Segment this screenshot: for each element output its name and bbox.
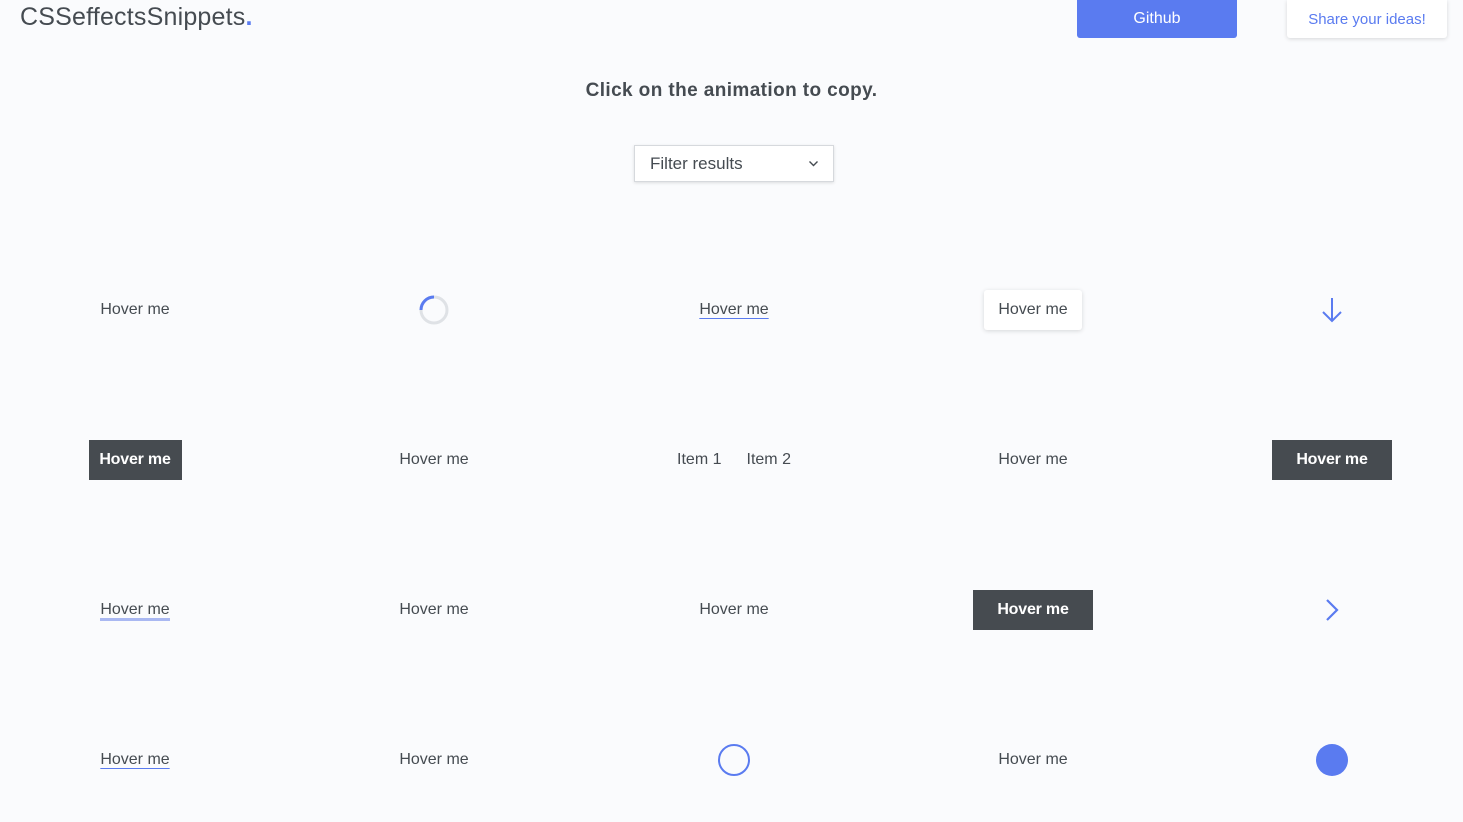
snippet-cell[interactable]: Hover me bbox=[35, 580, 235, 640]
snippet-hover-text[interactable]: Hover me bbox=[399, 451, 468, 469]
snippet-cell[interactable] bbox=[334, 280, 534, 340]
snippet-cell[interactable] bbox=[1232, 280, 1432, 340]
snippet-item-list: Item 1 Item 2 bbox=[677, 451, 791, 469]
snippet-cell[interactable]: Hover me bbox=[933, 430, 1133, 490]
snippet-dark-button[interactable]: Hover me bbox=[973, 590, 1093, 630]
snippet-cell[interactable] bbox=[1232, 730, 1432, 790]
snippet-cell[interactable]: Hover me bbox=[1232, 430, 1432, 490]
site-logo[interactable]: CSSeffectsSnippets. bbox=[20, 3, 253, 32]
github-button[interactable]: Github bbox=[1077, 0, 1237, 38]
snippet-hover-text[interactable]: Hover me bbox=[100, 751, 169, 769]
snippet-card-button[interactable]: Hover me bbox=[984, 290, 1082, 330]
snippet-hover-text[interactable]: Hover me bbox=[998, 451, 1067, 469]
snippet-hover-text[interactable]: Hover me bbox=[399, 751, 468, 769]
snippet-cell[interactable]: Hover me bbox=[634, 280, 834, 340]
snippet-cell[interactable]: Hover me bbox=[933, 730, 1133, 790]
snippet-hover-text[interactable]: Hover me bbox=[699, 601, 768, 619]
spinner-icon[interactable] bbox=[418, 294, 450, 326]
circle-outline-icon[interactable] bbox=[717, 743, 751, 777]
arrow-down-icon[interactable] bbox=[1320, 296, 1344, 324]
snippet-cell[interactable]: Item 1 Item 2 bbox=[634, 430, 834, 490]
snippet-cell[interactable]: Hover me bbox=[35, 430, 235, 490]
list-item[interactable]: Item 2 bbox=[747, 451, 791, 469]
snippet-cell[interactable]: Hover me bbox=[634, 580, 834, 640]
filter-dropdown[interactable]: Filter results bbox=[634, 145, 834, 182]
snippet-dark-button[interactable]: Hover me bbox=[88, 440, 182, 480]
logo-text: CSSeffectsSnippets bbox=[20, 3, 246, 31]
snippet-cell[interactable]: Hover me bbox=[334, 580, 534, 640]
list-item[interactable]: Item 1 bbox=[677, 451, 721, 469]
page-subtitle: Click on the animation to copy. bbox=[585, 80, 878, 101]
snippet-cell[interactable]: Hover me bbox=[334, 730, 534, 790]
snippet-cell[interactable]: Hover me bbox=[35, 280, 235, 340]
snippet-hover-text[interactable]: Hover me bbox=[399, 601, 468, 619]
chevron-right-icon[interactable] bbox=[1322, 597, 1342, 623]
snippet-hover-text[interactable]: Hover me bbox=[699, 301, 768, 319]
snippet-hover-text[interactable]: Hover me bbox=[100, 301, 169, 319]
snippet-cell[interactable] bbox=[634, 730, 834, 790]
snippet-cell[interactable]: Hover me bbox=[933, 280, 1133, 340]
snippet-dark-button[interactable]: Hover me bbox=[1272, 440, 1392, 480]
snippet-cell[interactable] bbox=[1232, 580, 1432, 640]
snippet-cell[interactable]: Hover me bbox=[35, 730, 235, 790]
circle-filled-icon[interactable] bbox=[1315, 743, 1349, 777]
snippet-cell[interactable]: Hover me bbox=[334, 430, 534, 490]
snippet-hover-text[interactable]: Hover me bbox=[998, 751, 1067, 769]
filter-label: Filter results bbox=[650, 153, 743, 173]
logo-dot: . bbox=[245, 3, 253, 31]
snippet-hover-text[interactable]: Hover me bbox=[100, 601, 171, 621]
header: CSSeffectsSnippets. Github Share your id… bbox=[0, 0, 1463, 50]
chevron-down-icon bbox=[809, 161, 818, 167]
snippet-cell[interactable]: Hover me bbox=[933, 580, 1133, 640]
share-ideas-button[interactable]: Share your ideas! bbox=[1287, 0, 1447, 38]
